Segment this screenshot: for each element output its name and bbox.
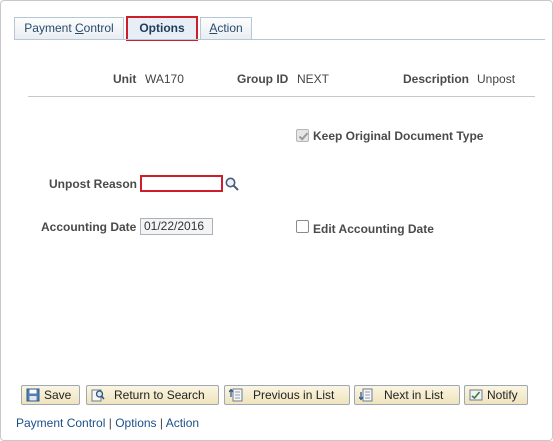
return-to-search-button[interactable]: Return to Search xyxy=(86,385,219,405)
next-in-list-button[interactable]: Next in List xyxy=(354,385,460,405)
tab-action-label: Action xyxy=(209,21,243,35)
group-id-value: NEXT xyxy=(297,72,330,86)
unpost-reason-input[interactable] xyxy=(140,175,223,192)
footer-separator: | xyxy=(108,416,112,430)
group-id-label: Group ID xyxy=(237,72,289,86)
save-button[interactable]: Save xyxy=(21,385,80,405)
tab-payment-control-label: Payment Control xyxy=(24,21,114,35)
footer-link-action[interactable]: Action xyxy=(166,416,199,430)
unit-label: Unit xyxy=(113,72,137,86)
footer-links: Payment Control | Options | Action xyxy=(16,416,199,430)
footer-link-payment-control[interactable]: Payment Control xyxy=(16,416,105,430)
tab-payment-control[interactable]: Payment Control xyxy=(14,17,124,39)
next-in-list-icon xyxy=(358,388,373,402)
description-value: Unpost xyxy=(477,72,516,86)
edit-accounting-date-label: Edit Accounting Date xyxy=(313,222,434,236)
tab-divider xyxy=(14,39,545,40)
tab-action[interactable]: Action xyxy=(200,17,252,39)
lookup-search-icon[interactable] xyxy=(224,176,240,192)
keep-original-doc-type-checkbox[interactable] xyxy=(296,129,309,142)
save-button-label: Save xyxy=(44,388,72,402)
tab-options-label: Options xyxy=(139,21,185,35)
checkmark-icon xyxy=(298,132,309,141)
unit-value: WA170 xyxy=(145,72,184,86)
accounting-date-label: Accounting Date xyxy=(41,220,137,234)
unpost-reason-label: Unpost Reason xyxy=(49,177,138,191)
description-label: Description xyxy=(403,72,470,86)
notify-button[interactable]: Notify xyxy=(464,385,528,405)
tab-options[interactable]: Options xyxy=(126,16,198,41)
previous-in-list-button[interactable]: Previous in List xyxy=(224,385,350,405)
save-icon xyxy=(26,388,40,402)
footer-link-options[interactable]: Options xyxy=(115,416,156,430)
header-divider xyxy=(28,96,535,97)
accounting-date-field: 01/22/2016 xyxy=(140,218,213,235)
edit-accounting-date-checkbox[interactable] xyxy=(296,220,309,233)
previous-in-list-label: Previous in List xyxy=(253,388,335,402)
previous-in-list-icon xyxy=(228,388,243,402)
notify-button-label: Notify xyxy=(487,388,518,402)
return-to-search-label: Return to Search xyxy=(114,388,205,402)
footer-separator: | xyxy=(159,416,164,430)
next-in-list-label: Next in List xyxy=(384,388,444,402)
notify-icon xyxy=(469,388,483,402)
return-to-search-icon xyxy=(91,388,105,402)
keep-original-doc-type-label: Keep Original Document Type xyxy=(313,129,484,143)
